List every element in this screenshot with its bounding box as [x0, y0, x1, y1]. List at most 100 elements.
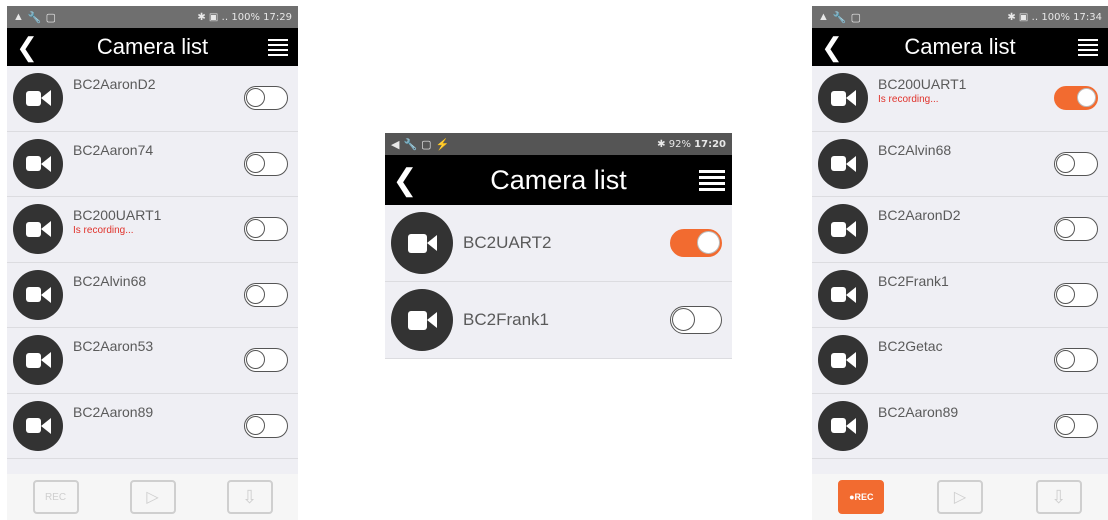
record-toggle[interactable]	[244, 282, 288, 307]
status-time: 17:29	[263, 11, 292, 23]
back-button[interactable]: ❮	[385, 163, 425, 198]
camera-name: BC2Aaron74	[73, 141, 154, 158]
bottom-toolbar: ●REC ▷ ⇩	[812, 474, 1108, 520]
playback-button[interactable]: ▷	[129, 480, 176, 514]
record-toggle[interactable]	[1054, 282, 1098, 307]
video-camera-icon	[13, 400, 63, 451]
toggle-knob	[1056, 415, 1075, 435]
video-camera-icon	[13, 269, 63, 320]
toggle-knob	[246, 350, 265, 370]
camera-row[interactable]: BC2Frank1	[385, 282, 732, 359]
left-phone-screen: ▲ 🔧 ▢ ✱ ▣ ‥ 100% 17:29 ❮ Camera list BC2…	[7, 6, 298, 520]
camera-info: BC2Aaron53	[63, 328, 244, 354]
wrench-icon: 🔧	[832, 11, 847, 24]
camera-info: BC2Frank1	[868, 263, 1054, 289]
title-bar: ❮ Camera list	[7, 28, 298, 66]
camera-row[interactable]: BC2Alvin68	[812, 131, 1108, 197]
record-toggle[interactable]	[244, 217, 288, 242]
camera-row[interactable]: BC2Alvin68	[7, 262, 298, 328]
camera-list: BC2UART2 BC2Frank1	[385, 205, 732, 359]
record-toggle[interactable]	[1054, 413, 1098, 438]
record-camera-icon: REC	[44, 491, 67, 503]
back-button[interactable]: ❮	[7, 32, 47, 63]
hamburger-icon	[268, 38, 288, 41]
camera-row[interactable]: BC2Aaron89	[7, 393, 298, 459]
record-toggle[interactable]	[1054, 348, 1098, 373]
video-camera-icon	[13, 138, 63, 189]
camera-row[interactable]: BC2Getac	[812, 328, 1108, 394]
bottom-toolbar: REC ▷ ⇩	[7, 474, 298, 520]
video-camera-icon	[818, 335, 868, 386]
toggle-knob	[1056, 350, 1075, 370]
camera-list: BC200UART1 Is recording... BC2Alvin68 BC2Aa…	[812, 66, 1108, 459]
camera-row[interactable]: BC2Aaron89	[812, 393, 1108, 459]
camera-name: BC2Aaron89	[878, 403, 959, 420]
camera-row[interactable]: BC2UART2	[385, 205, 732, 282]
menu-button[interactable]	[692, 169, 732, 191]
menu-button[interactable]	[1068, 38, 1108, 56]
notification-icon: ▲	[13, 11, 24, 23]
camera-row[interactable]: BC200UART1 Is recording...	[7, 197, 298, 263]
record-toggle[interactable]	[1054, 151, 1098, 176]
record-toggle[interactable]	[670, 306, 722, 334]
record-toggle[interactable]	[1054, 217, 1098, 242]
record-toggle[interactable]	[244, 86, 288, 111]
wrench-icon: 🔧	[403, 138, 418, 151]
playback-button[interactable]: ▷	[936, 480, 983, 514]
record-toggle[interactable]	[670, 229, 722, 257]
toggle-knob	[697, 231, 720, 254]
camera-row[interactable]: BC2Aaron74	[7, 131, 298, 197]
film-play-icon: ▷	[146, 489, 159, 506]
camera-name: BC2UART2	[463, 233, 552, 252]
video-camera-icon	[391, 289, 453, 351]
status-time: 17:20	[694, 138, 726, 150]
back-button[interactable]: ❮	[812, 32, 852, 63]
record-toggle[interactable]	[1054, 86, 1098, 111]
toggle-knob	[246, 88, 265, 108]
camera-row[interactable]: BC2AaronD2	[7, 66, 298, 132]
usb-icon: ⚡	[435, 138, 450, 151]
video-camera-icon	[818, 73, 868, 124]
camera-row[interactable]: BC2Frank1	[812, 262, 1108, 328]
status-bar-right: ✱ ▣ ‥ 100% 17:29	[197, 11, 292, 23]
record-toggle[interactable]	[244, 413, 288, 438]
camera-name: BC2Getac	[878, 338, 943, 354]
screenshot-icon: ▢	[850, 11, 861, 24]
camera-name: BC2Aaron53	[73, 338, 154, 354]
record-button[interactable]: REC	[32, 480, 79, 514]
status-bar-notifications: ▲ 🔧 ▢	[818, 11, 861, 24]
video-camera-icon	[391, 212, 453, 274]
record-toggle[interactable]	[244, 151, 288, 176]
status-bar-notifications: ▲ 🔧 ▢	[13, 11, 56, 24]
camera-name: BC2Alvin68	[73, 272, 147, 289]
toggle-knob	[1056, 153, 1075, 173]
camera-info: BC200UART1 Is recording...	[868, 66, 1054, 105]
download-button[interactable]: ⇩	[226, 480, 273, 514]
camera-info: BC2AaronD2	[868, 197, 1054, 223]
camera-info: BC2Aaron89	[868, 394, 1054, 420]
download-button[interactable]: ⇩	[1035, 480, 1082, 514]
record-toggle[interactable]	[244, 348, 288, 373]
camera-row[interactable]: BC2Aaron53	[7, 328, 298, 394]
camera-info: BC2Frank1	[453, 310, 670, 330]
camera-list: BC2AaronD2 BC2Aaron74 BC200UART1 Is recordi…	[7, 66, 298, 459]
toggle-knob	[1056, 219, 1075, 239]
page-title: Camera list	[904, 34, 1016, 59]
camera-row[interactable]: BC200UART1 Is recording...	[812, 66, 1108, 132]
video-camera-icon	[818, 138, 868, 189]
toggle-knob	[246, 153, 265, 173]
video-camera-icon	[818, 269, 868, 320]
camera-info: BC2Getac	[868, 328, 1054, 354]
back-chevron-icon: ❮	[16, 31, 38, 62]
camera-name: BC2AaronD2	[73, 76, 156, 92]
camera-info: BC2Alvin68	[868, 132, 1054, 158]
record-button[interactable]: ●REC	[838, 480, 885, 514]
video-camera-icon	[13, 335, 63, 386]
menu-button[interactable]	[258, 38, 298, 56]
right-phone-screen: ▲ 🔧 ▢ ✱ ▣ ‥ 100% 17:34 ❮ Camera list BC2…	[812, 6, 1108, 520]
camera-info: BC2Alvin68	[63, 263, 244, 289]
toggle-knob	[1056, 284, 1075, 304]
camera-name: BC2AaronD2	[878, 207, 961, 223]
screenshot-icon: ▢	[45, 11, 56, 24]
camera-row[interactable]: BC2AaronD2	[812, 197, 1108, 263]
